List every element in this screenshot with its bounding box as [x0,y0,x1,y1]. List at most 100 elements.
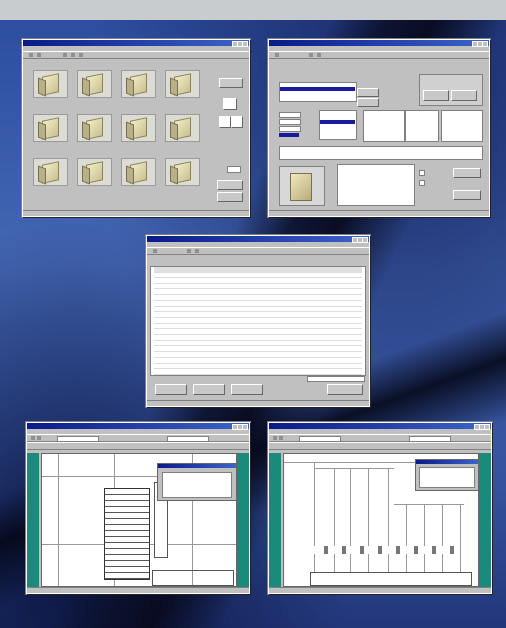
toolbar [23,51,249,59]
catalog-item[interactable] [31,70,68,103]
config-button[interactable] [453,168,481,178]
toolbar-icon[interactable] [37,53,41,57]
arrow-left-icon[interactable] [219,116,231,128]
preview-image [279,166,325,206]
window-cad-layout [26,422,250,594]
palette-list[interactable] [419,467,475,488]
field-input[interactable] [279,119,301,125]
catalog-item[interactable] [119,158,156,191]
window-minimize-icon[interactable] [232,41,238,47]
floating-palette [157,463,237,501]
toolbar-icon[interactable] [273,436,277,440]
top-band [0,0,506,20]
parameter-table[interactable] [279,146,483,160]
toolbar-icon[interactable] [29,53,33,57]
option-list[interactable] [319,110,357,140]
catalog-button[interactable] [217,192,243,202]
toolbar-icon[interactable] [279,436,283,440]
toolbar-icon[interactable] [79,53,83,57]
window-cad-schematic [268,422,492,594]
selected-field[interactable] [279,133,299,137]
field-input[interactable] [279,112,301,118]
parts-button[interactable] [155,384,187,395]
palette-list[interactable] [162,472,232,498]
toolbar-icon[interactable] [275,53,279,57]
parts-button[interactable] [327,384,363,395]
toolbar-icon[interactable] [317,53,321,57]
toolbar-icon[interactable] [71,53,75,57]
config-button[interactable] [357,98,379,107]
window-configuration [268,39,490,217]
catalog-button[interactable] [217,180,243,190]
progress-field [307,376,365,382]
title-bar [269,40,489,47]
toolbar-icon[interactable] [63,53,67,57]
catalog-item[interactable] [31,114,68,147]
left-panel [269,453,281,587]
catalog-item[interactable] [163,158,200,191]
window-minimize-icon[interactable] [232,424,238,430]
title-bar [23,40,249,47]
toolbar [27,434,249,442]
window-minimize-icon[interactable] [352,237,358,243]
checkbox[interactable] [419,180,425,186]
status-bar [23,210,249,216]
toolbar [147,247,369,255]
table-row[interactable] [154,369,362,375]
toolbar [269,51,489,59]
parts-table[interactable] [150,266,366,376]
catalog-item[interactable] [75,114,112,147]
toolbar-icon[interactable] [153,249,157,253]
detail-list[interactable] [441,110,483,142]
cabinet-drawing[interactable] [104,488,150,580]
toolbar-icon[interactable] [37,436,41,440]
window-minimize-icon[interactable] [474,424,480,430]
right-panel [479,453,491,587]
detail-list[interactable] [363,110,405,142]
config-button[interactable] [423,90,449,101]
arrow-right-icon[interactable] [231,116,243,128]
field-input[interactable] [279,126,301,132]
detail-list[interactable] [405,110,439,142]
status-bar [27,587,249,593]
title-bar [147,236,369,243]
catalog-item[interactable] [163,70,200,103]
catalog-item[interactable] [75,158,112,191]
right-panel [237,453,249,587]
toolbar-icon[interactable] [187,249,191,253]
title-bar [27,423,249,430]
status-bar [147,400,369,406]
parts-button[interactable] [193,384,225,395]
title-block [152,570,234,586]
tab-strip[interactable] [269,59,489,64]
left-panel [27,453,39,587]
tab-strip[interactable] [147,255,369,260]
parts-button[interactable] [231,384,263,395]
toolbar-icon[interactable] [31,436,35,440]
catalog-item[interactable] [31,158,68,191]
config-button[interactable] [453,190,481,200]
catalog-item[interactable] [119,114,156,147]
floating-palette [415,459,479,491]
status-bar [269,210,489,216]
arrow-up-icon[interactable] [223,98,237,110]
catalog-item[interactable] [119,70,156,103]
toolbar-icon[interactable] [309,53,313,57]
toolbar-icon[interactable] [195,249,199,253]
catalog-item[interactable] [75,70,112,103]
catalog-button[interactable] [219,78,243,88]
selected-option[interactable] [320,120,355,124]
tab-strip[interactable] [23,59,249,64]
window-minimize-icon[interactable] [472,41,478,47]
checkbox[interactable] [419,170,425,176]
description-box [337,164,415,206]
window-component-catalog [22,39,250,217]
config-button[interactable] [357,88,379,97]
quantity-input[interactable] [227,166,241,173]
selected-list-item[interactable] [280,87,355,91]
catalog-item[interactable] [163,114,200,147]
title-bar [269,423,491,430]
config-button[interactable] [451,90,477,101]
selection-list[interactable] [279,82,357,102]
title-block [310,572,472,586]
